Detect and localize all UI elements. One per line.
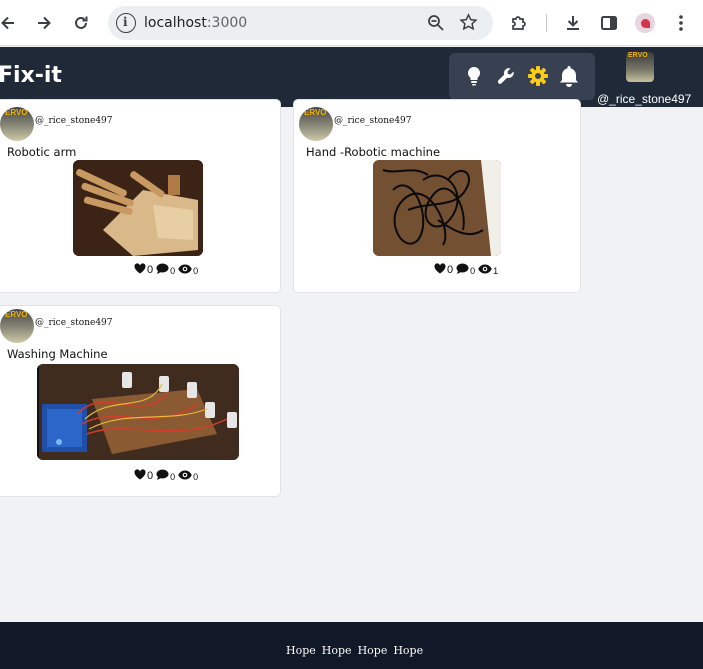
menu-kebab-icon[interactable] bbox=[669, 11, 693, 35]
tool-group bbox=[449, 53, 595, 100]
back-icon[interactable] bbox=[0, 11, 20, 35]
post-card[interactable]: @_rice_stone497 Hand -Robotic machine 0 … bbox=[293, 99, 581, 293]
author-avatar[interactable] bbox=[0, 309, 34, 343]
eye-icon[interactable] bbox=[178, 470, 192, 483]
likes-count: 0 bbox=[447, 264, 454, 276]
heart-icon[interactable] bbox=[434, 263, 446, 277]
views-count: 0 bbox=[193, 472, 199, 482]
post-title[interactable]: Washing Machine bbox=[7, 347, 108, 361]
author-username[interactable]: @_rice_stone497 bbox=[35, 116, 113, 126]
app-header: Fix-it @_rice_stone497 bbox=[0, 47, 703, 107]
comment-icon[interactable] bbox=[156, 469, 169, 483]
comments-count: 0 bbox=[170, 472, 176, 482]
author-username[interactable]: @_rice_stone497 bbox=[334, 116, 412, 126]
bell-icon[interactable] bbox=[556, 63, 582, 89]
likes-count: 0 bbox=[147, 470, 154, 482]
bookmark-star-icon[interactable] bbox=[459, 13, 478, 37]
lightbulb-icon[interactable] bbox=[461, 63, 487, 89]
views-count: 1 bbox=[493, 266, 499, 276]
toolbar-divider bbox=[546, 14, 547, 32]
author-avatar[interactable] bbox=[299, 107, 333, 141]
zoom-icon[interactable] bbox=[427, 14, 445, 37]
forward-icon[interactable] bbox=[32, 11, 56, 35]
post-stats: 0 0 1 bbox=[434, 263, 501, 277]
gear-icon[interactable] bbox=[525, 63, 551, 89]
user-avatar[interactable] bbox=[626, 52, 654, 82]
views-count: 0 bbox=[193, 266, 199, 276]
post-image[interactable] bbox=[373, 160, 501, 256]
footer-links: Hope Hope Hope Hope bbox=[286, 644, 423, 657]
footer-link[interactable]: Hope bbox=[358, 644, 388, 657]
url-text: localhost:3000 bbox=[144, 15, 248, 31]
comments-count: 0 bbox=[170, 266, 176, 276]
heart-icon[interactable] bbox=[134, 263, 146, 277]
post-title[interactable]: Hand -Robotic machine bbox=[306, 145, 440, 159]
post-stats: 0 0 0 bbox=[134, 263, 201, 277]
author-avatar[interactable] bbox=[0, 107, 34, 141]
download-icon[interactable] bbox=[561, 11, 585, 35]
likes-count: 0 bbox=[147, 264, 154, 276]
brand-logo[interactable]: Fix-it bbox=[0, 63, 62, 88]
post-image[interactable] bbox=[37, 364, 239, 460]
eye-icon[interactable] bbox=[478, 264, 492, 277]
wrench-icon[interactable] bbox=[493, 63, 519, 89]
extensions-icon[interactable] bbox=[507, 11, 531, 35]
post-title[interactable]: Robotic arm bbox=[7, 145, 76, 159]
address-bar[interactable]: localhost:3000 bbox=[108, 6, 493, 40]
comment-icon[interactable] bbox=[156, 263, 169, 277]
footer-link[interactable]: Hope bbox=[393, 644, 423, 657]
reload-icon[interactable] bbox=[69, 11, 93, 35]
comments-count: 0 bbox=[470, 266, 476, 276]
footer-link[interactable]: Hope bbox=[322, 644, 352, 657]
eye-icon[interactable] bbox=[178, 264, 192, 277]
bird-icon bbox=[640, 18, 650, 28]
site-info-icon[interactable] bbox=[116, 13, 136, 33]
side-panel-icon[interactable] bbox=[597, 11, 621, 35]
browser-toolbar: localhost:3000 bbox=[0, 0, 703, 46]
footer-link[interactable]: Hope bbox=[286, 644, 316, 657]
heart-icon[interactable] bbox=[134, 469, 146, 483]
post-image[interactable] bbox=[73, 160, 203, 256]
header-username[interactable]: @_rice_stone497 bbox=[597, 92, 691, 106]
comment-icon[interactable] bbox=[456, 263, 469, 277]
author-username[interactable]: @_rice_stone497 bbox=[35, 318, 113, 328]
post-card[interactable]: @_rice_stone497 Robotic arm 0 0 0 bbox=[0, 99, 281, 293]
post-card[interactable]: @_rice_stone497 Washing Machine 0 0 0 bbox=[0, 305, 281, 497]
post-stats: 0 0 0 bbox=[134, 469, 201, 483]
profile-avatar[interactable] bbox=[633, 11, 657, 35]
footer: Hope Hope Hope Hope bbox=[0, 622, 703, 669]
